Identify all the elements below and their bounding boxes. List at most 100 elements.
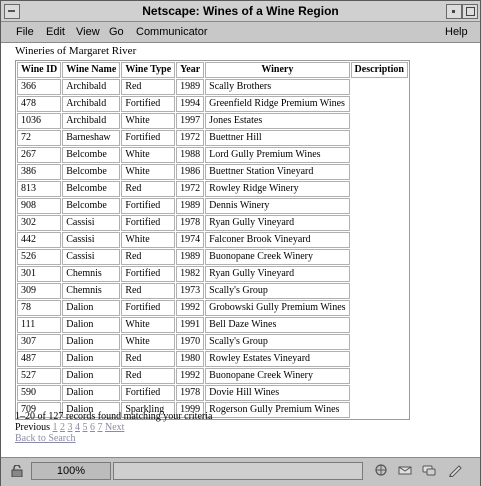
table-cell: 301 [17, 266, 62, 282]
table-row: 366 Archibald Red 1989 Scally Brothers [17, 79, 408, 95]
table-cell: Grobowski Gully Premium Wines [205, 300, 350, 316]
table-row: 267 Belcombe White 1988 Lord Gully Premium W… [17, 147, 408, 163]
table-cell: Dalion [62, 300, 121, 316]
table-cell: 1991 [176, 317, 205, 333]
table-cell: 1980 [176, 351, 205, 367]
table-cell: Red [121, 181, 176, 197]
table-cell: 1992 [176, 368, 205, 384]
next-link[interactable]: Next [105, 422, 124, 433]
table-cell: Red [121, 249, 176, 265]
description-cell [351, 113, 408, 129]
table-cell: White [121, 334, 176, 350]
security-lock-icon[interactable] [11, 465, 23, 477]
menu-help[interactable]: Help [445, 26, 468, 38]
status-bar: 100% [1, 457, 480, 486]
table-cell: Red [121, 283, 176, 299]
zoom-level: 100% [56, 465, 86, 477]
table-cell: 267 [17, 147, 62, 163]
table-cell: Rogerson Gully Premium Wines [205, 402, 350, 418]
table-cell: Buettner Station Vineyard [205, 164, 350, 180]
description-cell [351, 266, 408, 282]
page-heading: Wineries of Margaret River [15, 45, 137, 57]
table-row: 301 Chemnis Fortified 1982 Ryan Gully Vineya… [17, 266, 408, 282]
table-cell: Lord Gully Premium Wines [205, 147, 350, 163]
page-link[interactable]: 1 [53, 422, 58, 433]
back-to-search-link[interactable]: Back to Search [15, 433, 76, 444]
table-row: 302 Cassisi Fortified 1978 Ryan Gully Vineya… [17, 215, 408, 231]
maximize-icon[interactable] [462, 4, 478, 19]
menu-file[interactable]: File [16, 26, 34, 38]
table-cell: 1036 [17, 113, 62, 129]
page-link[interactable]: 2 [60, 422, 65, 433]
table-cell: 366 [17, 79, 62, 95]
window-title: Netscape: Wines of a Wine Region [142, 4, 339, 18]
table-cell: Jones Estates [205, 113, 350, 129]
table-cell: Ryan Gully Vineyard [205, 215, 350, 231]
table-cell: Dalion [62, 368, 121, 384]
navigator-icon[interactable] [373, 463, 389, 477]
table-header-row: Wine ID Wine Name Wine Type Year Winery … [17, 62, 408, 78]
table-cell: Archibald [62, 113, 121, 129]
table-row: 307 Dalion White 1970 Scally's Group [17, 334, 408, 350]
description-cell [351, 249, 408, 265]
description-cell [351, 283, 408, 299]
page-link[interactable]: 3 [68, 422, 73, 433]
minimize-icon[interactable] [446, 4, 462, 19]
table-cell: Cassisi [62, 232, 121, 248]
description-cell [351, 215, 408, 231]
table-cell: 1992 [176, 300, 205, 316]
table-cell: Cassisi [62, 215, 121, 231]
page-link[interactable]: 5 [83, 422, 88, 433]
wines-table: Wine ID Wine Name Wine Type Year Winery … [15, 60, 410, 420]
description-cell [351, 351, 408, 367]
page-link[interactable]: 4 [75, 422, 80, 433]
table-cell: White [121, 113, 176, 129]
description-cell [351, 368, 408, 384]
table-cell: Ryan Gully Vineyard [205, 266, 350, 282]
table-row: 111 Dalion White 1991 Bell Daze Wines [17, 317, 408, 333]
table-cell: Belcombe [62, 181, 121, 197]
table-cell: Red [121, 79, 176, 95]
browser-window: Netscape: Wines of a Wine Region File Ed… [0, 0, 481, 486]
composer-icon[interactable] [447, 463, 463, 477]
table-cell: 307 [17, 334, 62, 350]
page-link[interactable]: 7 [98, 422, 103, 433]
table-cell: 1986 [176, 164, 205, 180]
table-cell: 1973 [176, 283, 205, 299]
pagination: Previous 1 2 3 4 5 6 7 Next [15, 422, 124, 433]
page-link[interactable]: 6 [90, 422, 95, 433]
table-cell: Belcombe [62, 147, 121, 163]
table-row: 309 Chemnis Red 1973 Scally's Group [17, 283, 408, 299]
mail-icon[interactable] [397, 463, 413, 477]
table-cell: Buettner Hill [205, 130, 350, 146]
table-cell: 386 [17, 164, 62, 180]
menu-edit[interactable]: Edit [46, 26, 65, 38]
table-cell: 813 [17, 181, 62, 197]
table-row: 478 Archibald Fortified 1994 Greenfield Ridg… [17, 96, 408, 112]
description-cell [351, 164, 408, 180]
column-header: Winery [205, 62, 350, 78]
description-cell [351, 402, 408, 418]
table-cell: 1972 [176, 181, 205, 197]
table-cell: Scally's Group [205, 283, 350, 299]
table-cell: 78 [17, 300, 62, 316]
zoom-indicator: 100% [31, 462, 111, 480]
table-cell: White [121, 164, 176, 180]
table-cell: 590 [17, 385, 62, 401]
table-cell: Chemnis [62, 283, 121, 299]
table-cell: Belcombe [62, 198, 121, 214]
description-cell [351, 300, 408, 316]
menu-communicator[interactable]: Communicator [136, 26, 208, 38]
description-cell [351, 317, 408, 333]
table-cell: Fortified [121, 266, 176, 282]
discussion-icon[interactable] [421, 463, 437, 477]
table-cell: White [121, 232, 176, 248]
description-cell [351, 130, 408, 146]
table-cell: 1978 [176, 215, 205, 231]
table-row: 590 Dalion Fortified 1978 Dovie Hill Wines [17, 385, 408, 401]
table-row: 526 Cassisi Red 1989 Buonopane Creek Winery [17, 249, 408, 265]
menu-view[interactable]: View [76, 26, 100, 38]
menu-go[interactable]: Go [109, 26, 124, 38]
table-cell: 1970 [176, 334, 205, 350]
table-cell: 302 [17, 215, 62, 231]
